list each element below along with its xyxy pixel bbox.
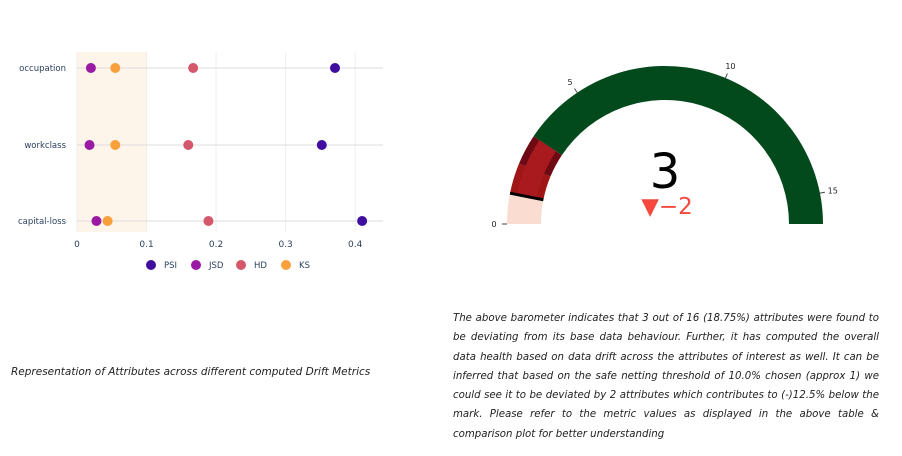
data-point-jsd [91, 216, 102, 226]
data-point-psi [316, 140, 327, 150]
legend-label-psi: PSI [164, 261, 177, 271]
x-tick-label: 0.2 [209, 240, 223, 250]
attribute-drift-gauge: 0 5 10 15 3▼−2 [491, 62, 838, 229]
legend-marker-psi [146, 260, 156, 270]
legend-marker-jsd [191, 260, 201, 270]
drift-metrics-dot-plot: 0 0.1 0.2 0.3 0.4 occupation workclass capital-… [18, 52, 383, 271]
data-point-jsd [84, 140, 95, 150]
data-point-psi [357, 216, 368, 226]
x-tick-label: 0.3 [278, 240, 292, 250]
legend-label-ks: KS [299, 261, 310, 271]
data-point-hd [188, 63, 199, 73]
gauge-caption: The above barometer indicates that 3 out… [453, 313, 879, 440]
data-point-ks [102, 216, 113, 226]
gauge-tick-label: 5 [567, 78, 572, 87]
gauge-tick-label: 10 [725, 62, 735, 71]
x-tick-label: 0.4 [348, 240, 363, 250]
gauge-tick-label: 15 [828, 187, 838, 196]
category-label: occupation [19, 64, 66, 74]
legend-label-hd: HD [254, 261, 267, 271]
data-point-ks [110, 140, 121, 150]
data-point-psi [330, 63, 341, 73]
data-point-jsd [85, 63, 96, 73]
gauge-tick [725, 73, 728, 79]
gauge-tick [574, 88, 578, 93]
data-point-hd [203, 216, 214, 226]
gauge-delta: ▼−2 [641, 194, 693, 220]
category-label: workclass [24, 141, 66, 151]
category-label: capital-loss [18, 217, 67, 227]
gauge-tick [819, 191, 825, 194]
x-tick-label: 0 [74, 240, 80, 250]
dot-plot-caption: Representation of Attributes across diff… [11, 366, 371, 378]
legend-marker-hd [236, 260, 246, 270]
data-point-ks [110, 63, 121, 73]
gauge-tick-label: 0 [491, 220, 496, 229]
x-tick-label: 0.1 [139, 240, 153, 250]
gauge-value: 3 [650, 144, 681, 200]
legend-label-jsd: JSD [208, 261, 224, 271]
legend-marker-ks [281, 260, 291, 270]
data-point-hd [183, 140, 194, 150]
